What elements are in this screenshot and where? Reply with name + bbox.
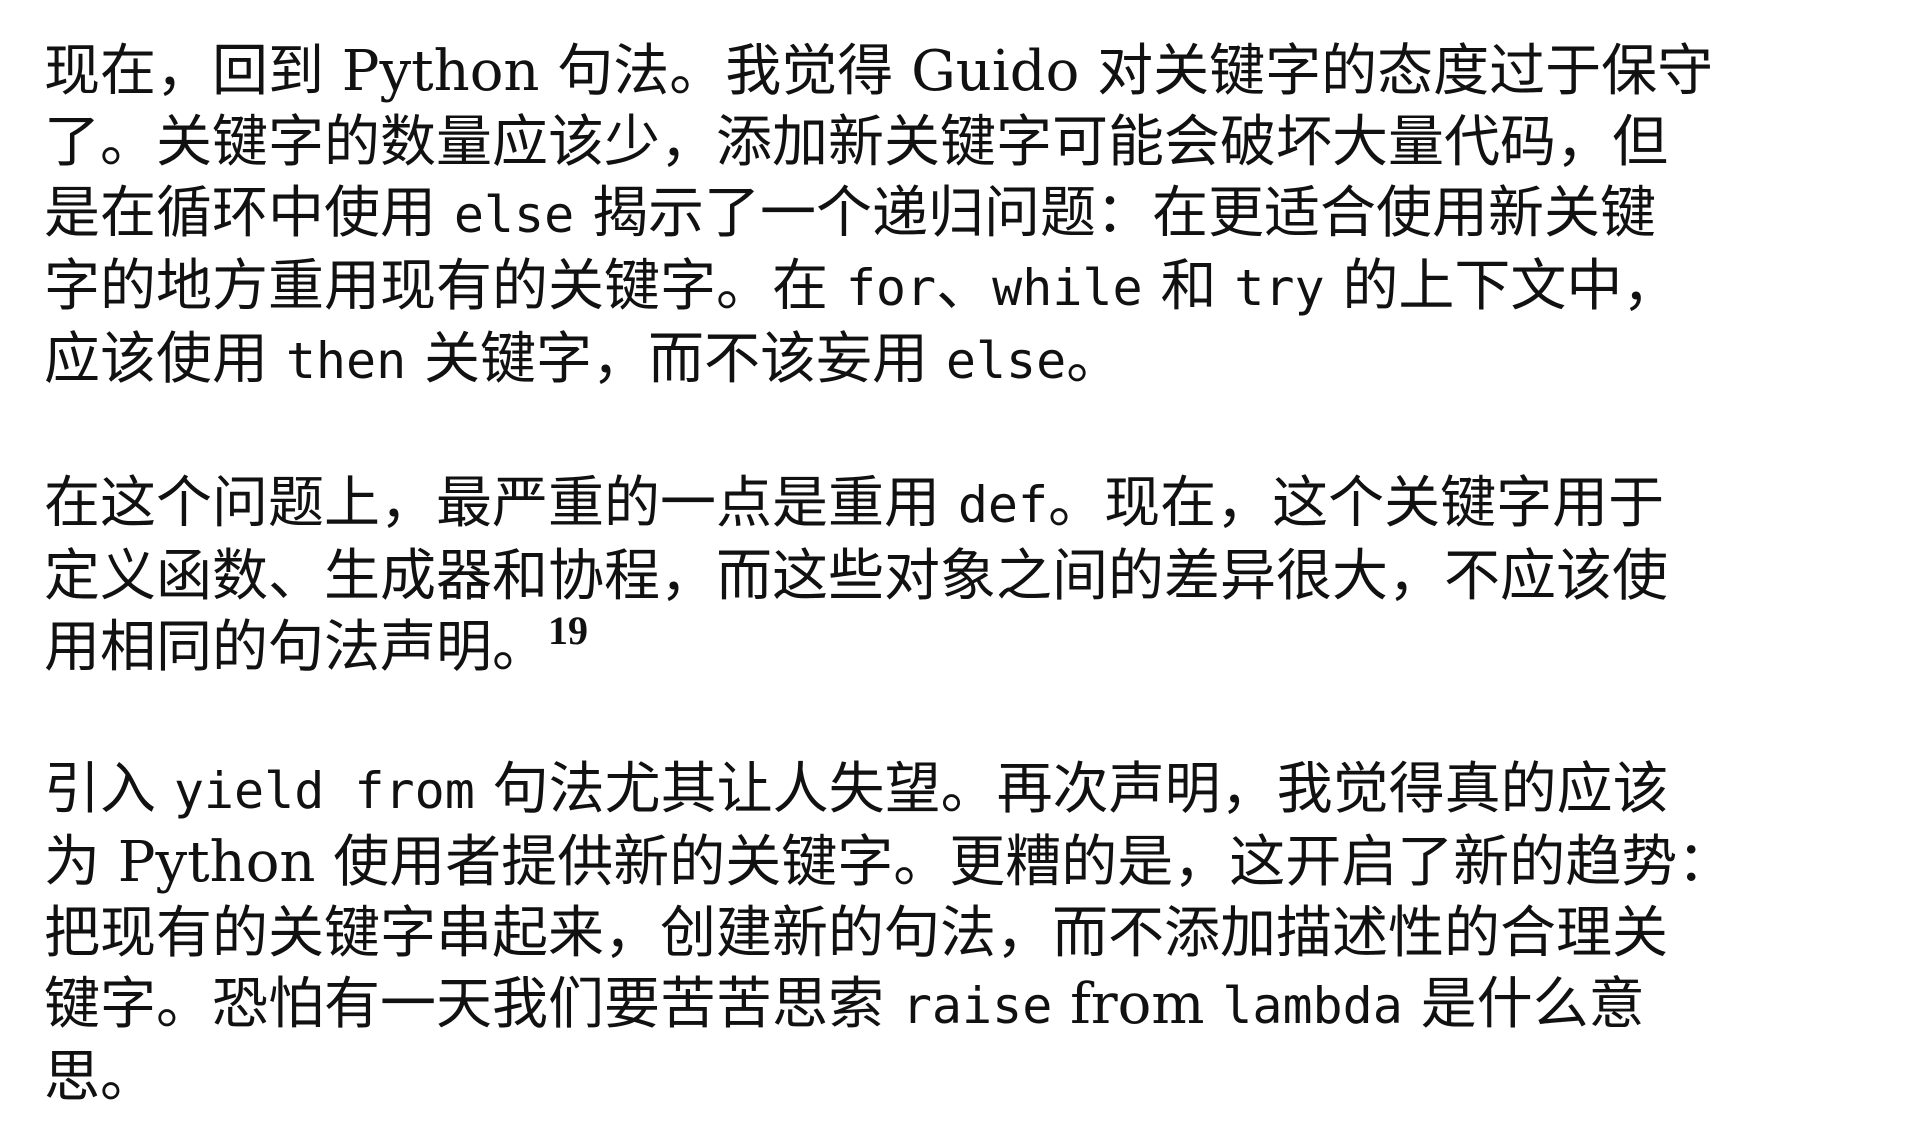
inline-code: raise	[901, 977, 1053, 1035]
text-line: 在这个问题上，最严重的一点是重用 def。现在，这个关键字用于	[44, 468, 1884, 541]
inline-code: else	[945, 332, 1067, 390]
text-run: 定义函数、生成器和协程，而这些对象之间的差异很大，不应该使	[44, 544, 1668, 609]
text-run: 句法尤其让人失望。再次声明，我觉得真的应该	[474, 757, 1669, 822]
text-line: 了。关键字的数量应该少，添加新关键字可能会破坏大量代码，但	[44, 107, 1884, 178]
text-line: 现在，回到 Python 句法。我觉得 Guido 对关键字的态度过于保守	[44, 36, 1884, 107]
text-run: 揭示了一个递归问题：在更适合使用新关键	[574, 181, 1657, 246]
text-run: 和	[1142, 254, 1235, 319]
inline-code: else	[453, 186, 575, 244]
text-line: 把现有的关键字串起来，创建新的句法，而不添加描述性的合理关	[44, 898, 1884, 969]
text-run: 用相同的句法声明。	[44, 615, 548, 680]
paragraph-2: 在这个问题上，最严重的一点是重用 def。现在，这个关键字用于 定义函数、生成器和…	[44, 468, 1884, 683]
text-run: 把现有的关键字串起来，创建新的句法，而不添加描述性的合理关	[44, 901, 1668, 966]
text-run: 是什么意	[1402, 972, 1645, 1037]
inline-code: try	[1234, 259, 1325, 317]
text-run: 现在，回到 Python 句法。我觉得 Guido 对关键字的态度过于保守	[44, 39, 1714, 104]
text-run: 的上下文中，	[1324, 254, 1679, 319]
text-run: 。现在，这个关键字用于	[1048, 471, 1665, 536]
text-run: from	[1052, 972, 1223, 1037]
text-run: 。	[1066, 327, 1123, 392]
text-run: 了。关键字的数量应该少，添加新关键字可能会破坏大量代码，但	[44, 110, 1668, 175]
text-line: 应该使用 then 关键字，而不该妄用 else。	[44, 324, 1884, 397]
inline-code: yield from	[173, 762, 475, 820]
inline-code: for	[845, 259, 937, 317]
text-line: 引入 yield from 句法尤其让人失望。再次声明，我觉得真的应该	[44, 754, 1884, 827]
text-run: 在这个问题上，最严重的一点是重用	[44, 471, 958, 536]
text-run: 引入	[44, 757, 174, 822]
paragraph-1: 现在，回到 Python 句法。我觉得 Guido 对关键字的态度过于保守 了。关…	[44, 36, 1884, 397]
text-line: 用相同的句法声明。19	[44, 611, 1884, 683]
text-run: 关键字，而不该妄用	[406, 327, 946, 392]
text-run: 为 Python 使用者提供新的关键字。更糟的是，这开启了新的趋势：	[44, 830, 1734, 895]
inline-code: lambda	[1222, 977, 1403, 1035]
text-run: 、	[936, 254, 993, 319]
text-run: 是在循环中使用	[44, 181, 454, 246]
text-line: 是在循环中使用 else 揭示了一个递归问题：在更适合使用新关键	[44, 178, 1884, 251]
document-page: 现在，回到 Python 句法。我觉得 Guido 对关键字的态度过于保守 了。关…	[44, 36, 1884, 1113]
text-run: 字的地方重用现有的关键字。在	[44, 254, 846, 319]
text-line: 为 Python 使用者提供新的关键字。更糟的是，这开启了新的趋势：	[44, 827, 1884, 898]
inline-code: while	[992, 259, 1143, 317]
paragraph-3: 引入 yield from 句法尤其让人失望。再次声明，我觉得真的应该为 Pyt…	[44, 754, 1884, 1113]
text-run: 思。	[44, 1045, 156, 1110]
document-body: 现在，回到 Python 句法。我觉得 Guido 对关键字的态度过于保守 了。关…	[44, 36, 1884, 1113]
text-run: 键字。恐怕有一天我们要苦苦思索	[44, 972, 902, 1037]
text-run: 应该使用	[44, 327, 286, 392]
text-line: 字的地方重用现有的关键字。在 for、while 和 try 的上下文中，	[44, 251, 1884, 324]
inline-code: then	[285, 332, 407, 390]
inline-code: def	[957, 476, 1049, 534]
text-line: 定义函数、生成器和协程，而这些对象之间的差异很大，不应该使	[44, 541, 1884, 612]
footnote-marker: 19	[548, 608, 588, 653]
text-line: 思。	[44, 1042, 1884, 1113]
text-line: 键字。恐怕有一天我们要苦苦思索 raise from lambda 是什么意	[44, 969, 1884, 1042]
